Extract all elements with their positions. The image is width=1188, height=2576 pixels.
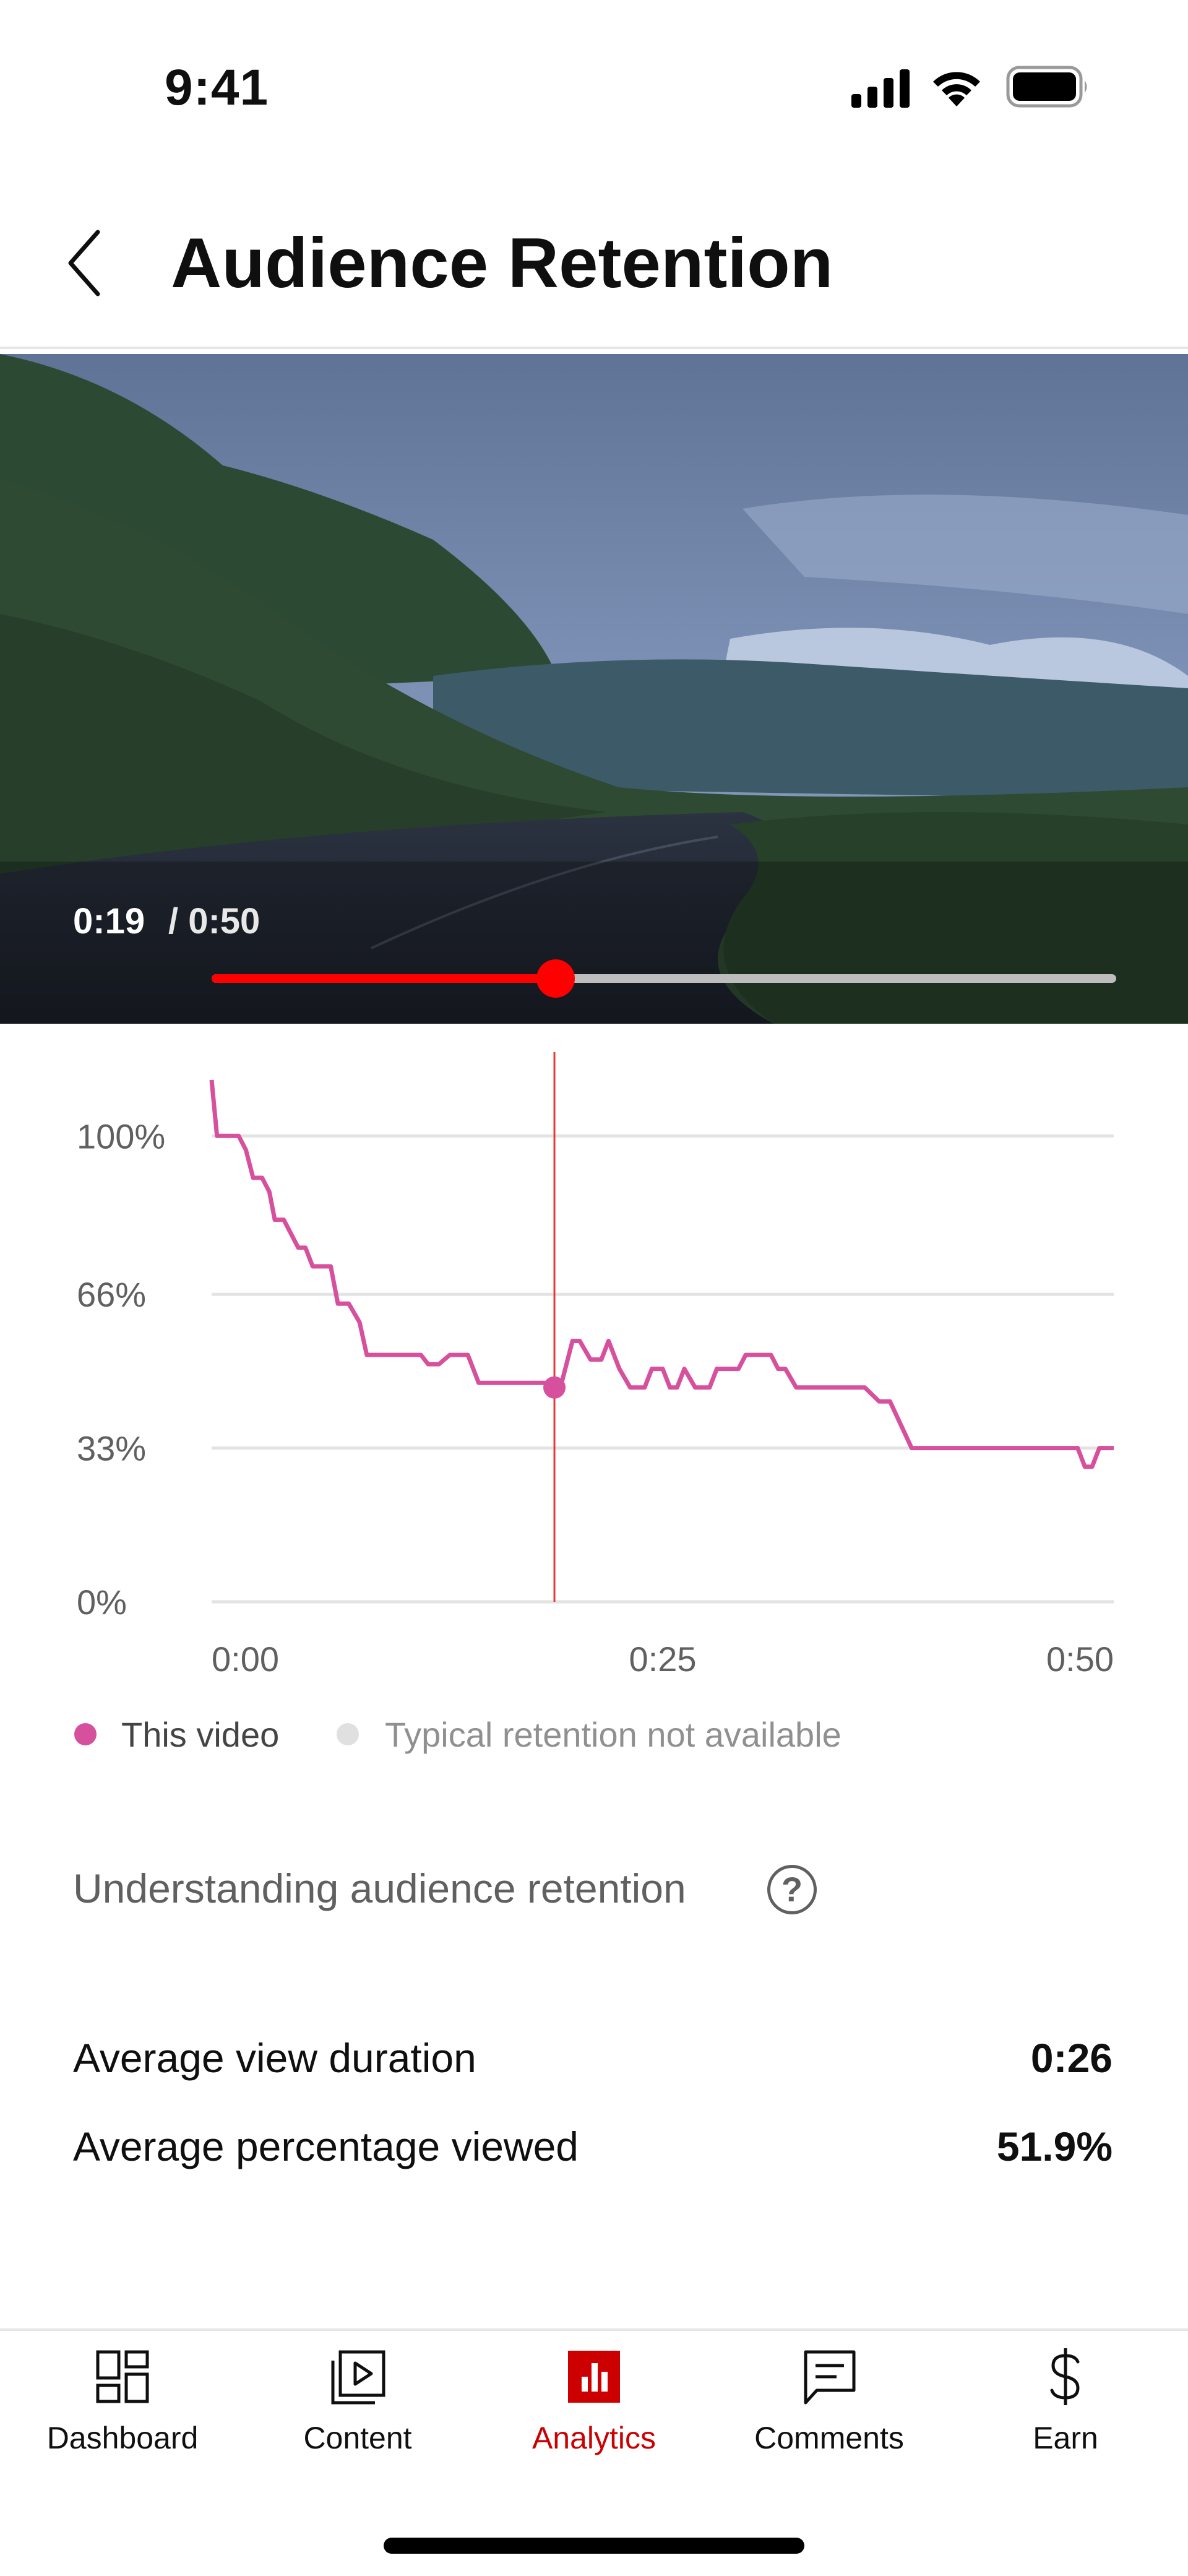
nav-label-content: Content — [303, 2421, 412, 2455]
back-button[interactable] — [62, 226, 111, 300]
cellular-signal-icon — [851, 69, 910, 108]
nav-label-comments: Comments — [754, 2421, 904, 2455]
comments-icon — [804, 2350, 856, 2405]
battery-icon — [1006, 66, 1087, 108]
home-indicator — [384, 2538, 804, 2554]
metric-value-avg-view-duration: 0:26 — [1030, 2035, 1113, 2081]
analytics-icon — [568, 2351, 620, 2403]
video-progress-fill — [212, 974, 556, 983]
series-line-this-video — [209, 1079, 1114, 1469]
earn-icon — [1050, 2348, 1080, 2405]
page-title: Audience Retention — [171, 224, 833, 303]
video-current-time: 0:19 — [73, 901, 145, 941]
wifi-icon — [933, 72, 980, 106]
dashboard-icon — [96, 2350, 149, 2403]
nav-label-analytics: Analytics — [532, 2421, 656, 2455]
x-tick-label: 0:50 — [1046, 1640, 1114, 1679]
content-icon — [331, 2350, 385, 2405]
x-tick-label: 0:25 — [629, 1640, 697, 1679]
metric-label-avg-percentage-viewed: Average percentage viewed — [73, 2124, 579, 2169]
retention-chart[interactable]: 100% 66% 33% 0% 0:00 0:25 0:50 This video Typica… — [0, 1052, 1188, 1770]
legend-label: This video — [121, 1715, 279, 1754]
metric-value-avg-percentage-viewed: 51.9% — [996, 2124, 1113, 2169]
x-tick-label: 0:00 — [212, 1640, 279, 1679]
understanding-retention-label[interactable]: Understanding audience retention — [73, 1865, 686, 1912]
nav-label-dashboard: Dashboard — [46, 2421, 199, 2455]
legend-dot — [74, 1723, 97, 1745]
nav-label-earn: Earn — [1033, 2421, 1098, 2455]
legend-label: Typical retention not available — [385, 1715, 842, 1754]
nav-item-analytics[interactable]: Analytics — [475, 2346, 713, 2482]
y-tick-label: 100% — [77, 1117, 165, 1156]
help-icon[interactable]: ? — [767, 1865, 817, 1914]
nav-item-earn[interactable]: Earn — [947, 2346, 1184, 2482]
status-time: 9:41 — [165, 59, 269, 116]
bottom-nav-divider — [0, 2328, 1188, 2331]
header-divider — [0, 347, 1188, 349]
video-duration: / 0:50 — [168, 901, 260, 941]
playhead-point — [543, 1376, 566, 1399]
nav-item-comments[interactable]: Comments — [710, 2346, 948, 2482]
legend-dot — [337, 1723, 359, 1745]
video-scrubber-handle[interactable] — [536, 959, 575, 998]
y-tick-label: 33% — [77, 1429, 146, 1468]
y-tick-label: 0% — [77, 1583, 127, 1622]
nav-item-dashboard[interactable]: Dashboard — [4, 2346, 241, 2482]
y-tick-label: 66% — [77, 1275, 146, 1314]
nav-item-content[interactable]: Content — [239, 2346, 476, 2482]
metric-label-avg-view-duration: Average view duration — [73, 2035, 476, 2081]
